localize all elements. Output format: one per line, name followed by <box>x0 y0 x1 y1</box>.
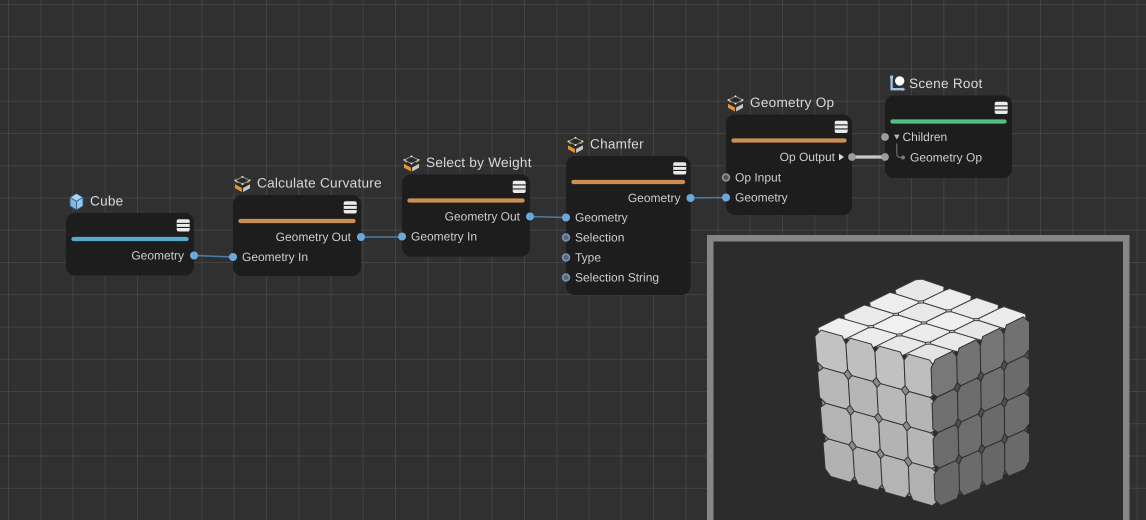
svg-text:Children: Children <box>903 130 948 144</box>
svg-text:Calculate Curvature: Calculate Curvature <box>257 175 382 190</box>
svg-text:Cube: Cube <box>90 193 124 208</box>
svg-text:Geometry In: Geometry In <box>242 250 308 264</box>
svg-text:Selection: Selection <box>575 230 624 244</box>
svg-text:Geometry Out: Geometry Out <box>445 209 521 223</box>
svg-text:Geometry In: Geometry In <box>411 229 477 243</box>
svg-text:Geometry Out: Geometry Out <box>276 230 352 244</box>
svg-text:Op Input: Op Input <box>735 170 782 184</box>
svg-text:Geometry Op: Geometry Op <box>750 95 834 110</box>
svg-text:Geometry: Geometry <box>131 248 184 262</box>
svg-text:Chamfer: Chamfer <box>590 136 644 151</box>
svg-text:Geometry: Geometry <box>575 210 628 224</box>
svg-text:Scene Root: Scene Root <box>909 76 983 91</box>
svg-text:Geometry Op: Geometry Op <box>910 150 982 164</box>
svg-text:Geometry: Geometry <box>628 191 681 205</box>
svg-text:Geometry: Geometry <box>735 190 788 204</box>
svg-text:Selection String: Selection String <box>575 270 659 284</box>
svg-text:Type: Type <box>575 250 601 264</box>
svg-text:Select by Weight: Select by Weight <box>426 155 532 170</box>
svg-text:Op Output: Op Output <box>780 150 836 164</box>
